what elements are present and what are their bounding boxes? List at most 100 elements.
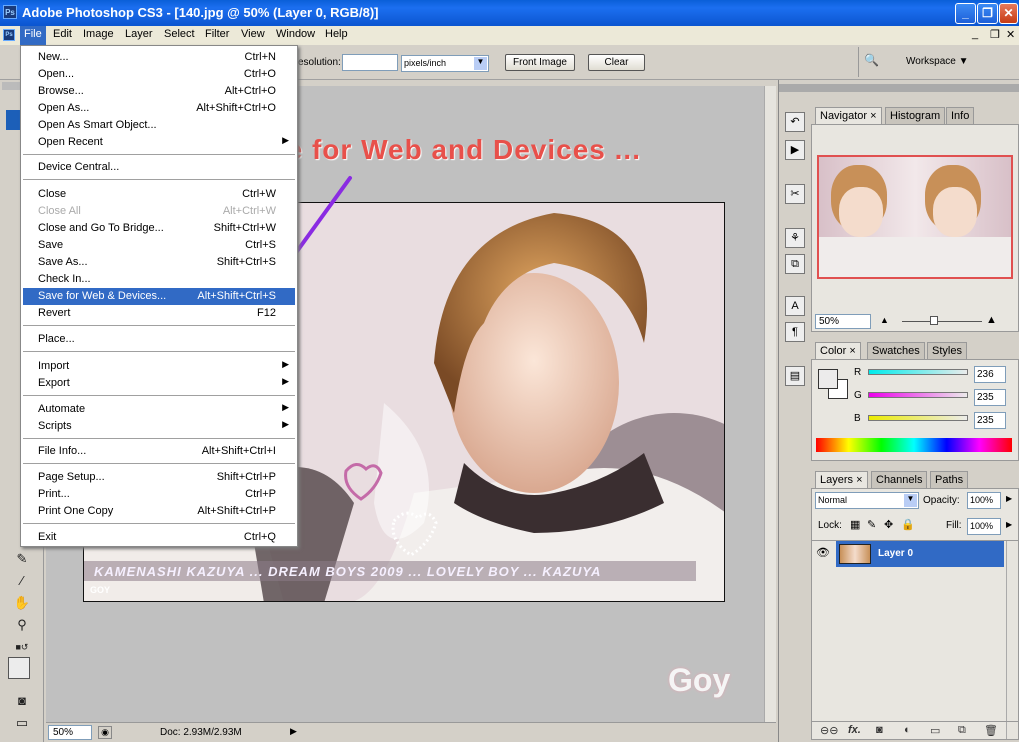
menu-item-save-for-web[interactable]: Save for Web & Devices... Alt+Shift+Ctrl+…	[23, 288, 295, 305]
delete-layer-icon[interactable]: 🗑	[984, 724, 998, 737]
hand-tool-icon[interactable]: ✋	[12, 594, 32, 612]
blue-slider[interactable]	[868, 415, 968, 421]
history-icon[interactable]: ↶	[785, 112, 805, 132]
clone-source-icon[interactable]: ⧉	[785, 254, 805, 274]
menu-file[interactable]: File	[20, 26, 46, 45]
minimize-button[interactable]: _	[955, 3, 976, 24]
menu-item-export[interactable]: Export ▶	[23, 375, 295, 392]
front-image-button[interactable]: Front Image	[505, 54, 575, 71]
menu-image[interactable]: Image	[83, 28, 114, 40]
menu-item-close-go-bridge[interactable]: Close and Go To Bridge... Shift+Ctrl+W	[23, 220, 295, 237]
navigator-zoom-field[interactable]: 50%	[815, 314, 871, 329]
menu-item-device-central[interactable]: Device Central...	[23, 159, 295, 176]
dock-grip[interactable]	[779, 84, 811, 92]
bridge-icon[interactable]: 🔍	[864, 53, 886, 73]
menu-item-check-in[interactable]: Check In...	[23, 271, 295, 288]
color-foreground-swatch[interactable]	[818, 369, 838, 389]
layer-mask-icon[interactable]: ◙	[876, 724, 883, 736]
menu-help[interactable]: Help	[325, 28, 348, 40]
layer-visibility-eye-icon[interactable]: 👁	[816, 546, 830, 559]
menu-filter[interactable]: Filter	[205, 28, 229, 40]
tab-channels[interactable]: Channels	[871, 471, 928, 488]
menu-item-scripts[interactable]: Scripts ▶	[23, 418, 295, 435]
menu-edit[interactable]: Edit	[53, 28, 72, 40]
menu-item-print[interactable]: Print... Ctrl+P	[23, 486, 295, 503]
panels-grip[interactable]	[811, 84, 1019, 92]
zoom-slider-handle[interactable]	[930, 316, 938, 325]
menu-item-revert[interactable]: Revert F12	[23, 305, 295, 322]
zoom-slider[interactable]	[902, 321, 982, 322]
default-colors-icon[interactable]: ■↺	[12, 638, 32, 656]
status-menu-arrow-icon[interactable]: ▶	[290, 726, 297, 737]
red-value-input[interactable]: 236	[974, 366, 1006, 383]
menu-window[interactable]: Window	[276, 28, 315, 40]
menu-item-open-as[interactable]: Open As... Alt+Shift+Ctrl+O	[23, 100, 295, 117]
new-layer-icon[interactable]: ⧉	[958, 724, 966, 737]
foreground-color-swatch[interactable]	[8, 657, 30, 679]
tool-presets-icon[interactable]: ✂	[785, 184, 805, 204]
quick-mask-icon[interactable]: ◙	[12, 692, 32, 710]
menu-item-close[interactable]: Close Ctrl+W	[23, 186, 295, 203]
zoom-tool-icon[interactable]: ⚲	[12, 616, 32, 634]
lock-position-icon[interactable]: ✥	[884, 518, 893, 531]
new-group-icon[interactable]: ▭	[930, 724, 940, 737]
tab-layers[interactable]: Layers ×	[815, 471, 868, 488]
menu-item-open-recent[interactable]: Open Recent ▶	[23, 134, 295, 151]
adjustment-layer-icon[interactable]: ◐	[904, 724, 911, 736]
layers-scrollbar[interactable]	[1006, 541, 1018, 739]
menu-item-open[interactable]: Open... Ctrl+O	[23, 66, 295, 83]
menu-item-print-one-copy[interactable]: Print One Copy Alt+Shift+Ctrl+P	[23, 503, 295, 520]
tab-swatches[interactable]: Swatches	[867, 342, 925, 359]
lock-all-icon[interactable]: 🔒	[901, 518, 915, 531]
lock-image-icon[interactable]: ✎	[867, 518, 876, 531]
menu-item-import[interactable]: Import ▶	[23, 358, 295, 375]
opacity-input[interactable]: 100%	[967, 492, 1001, 509]
doc-restore-icon[interactable]: ❐	[990, 28, 1000, 41]
color-spectrum-bar[interactable]	[816, 438, 1012, 452]
status-info-icon[interactable]: ◉	[98, 726, 112, 739]
menu-item-file-info[interactable]: File Info... Alt+Shift+Ctrl+I	[23, 443, 295, 460]
tab-paths[interactable]: Paths	[930, 471, 969, 488]
tab-styles[interactable]: Styles	[927, 342, 967, 359]
fill-arrow-icon[interactable]: ▶	[1006, 520, 1012, 529]
layer-style-fx-icon[interactable]: fx.	[848, 724, 861, 736]
actions-icon[interactable]: ▶	[785, 140, 805, 160]
tab-info[interactable]: Info	[946, 107, 975, 124]
menu-item-automate[interactable]: Automate ▶	[23, 401, 295, 418]
paragraph-icon[interactable]: ¶	[785, 322, 805, 342]
tab-navigator[interactable]: Navigator ×	[815, 107, 882, 124]
fill-input[interactable]: 100%	[967, 518, 1001, 535]
lock-transparent-icon[interactable]: ▦	[850, 518, 860, 531]
menu-item-page-setup[interactable]: Page Setup... Shift+Ctrl+P	[23, 469, 295, 486]
menu-select[interactable]: Select	[164, 28, 195, 40]
blend-mode-select[interactable]: Normal ▼	[815, 492, 919, 509]
green-value-input[interactable]: 235	[974, 389, 1006, 406]
workspace-button[interactable]: Workspace ▼	[906, 56, 969, 67]
menu-item-place[interactable]: Place...	[23, 331, 295, 348]
vertical-scrollbar[interactable]	[764, 86, 776, 722]
menu-item-save-as[interactable]: Save As... Shift+Ctrl+S	[23, 254, 295, 271]
menu-item-exit[interactable]: Exit Ctrl+Q	[23, 529, 295, 546]
notes-tool-icon[interactable]: ✎	[12, 550, 32, 568]
menu-item-save[interactable]: Save Ctrl+S	[23, 237, 295, 254]
blue-value-input[interactable]: 235	[974, 412, 1006, 429]
zoom-in-icon[interactable]: ▲	[986, 314, 997, 326]
tab-histogram[interactable]: Histogram	[885, 107, 946, 124]
close-button[interactable]: ✕	[999, 3, 1018, 24]
brushes-icon[interactable]: ⚘	[785, 228, 805, 248]
navigator-thumbnail[interactable]	[817, 155, 1013, 279]
doc-minimize-icon[interactable]: _	[972, 28, 978, 40]
menu-layer[interactable]: Layer	[125, 28, 153, 40]
document-icon[interactable]: Ps	[3, 29, 15, 41]
menu-item-new[interactable]: New... Ctrl+N	[23, 49, 295, 66]
menu-item-open-as-smart-object[interactable]: Open As Smart Object...	[23, 117, 295, 134]
eyedropper-tool-icon[interactable]: ⁄	[12, 572, 32, 590]
screen-mode-icon[interactable]: ▭	[12, 714, 32, 732]
character-icon[interactable]: A	[785, 296, 805, 316]
zoom-out-icon[interactable]: ▲	[880, 315, 889, 325]
doc-close-icon[interactable]: ✕	[1006, 28, 1015, 41]
link-layers-icon[interactable]: ⊖⊖	[820, 724, 838, 737]
resolution-input[interactable]	[342, 54, 398, 71]
tab-color[interactable]: Color ×	[815, 342, 861, 359]
layer-thumbnail[interactable]	[839, 544, 871, 564]
